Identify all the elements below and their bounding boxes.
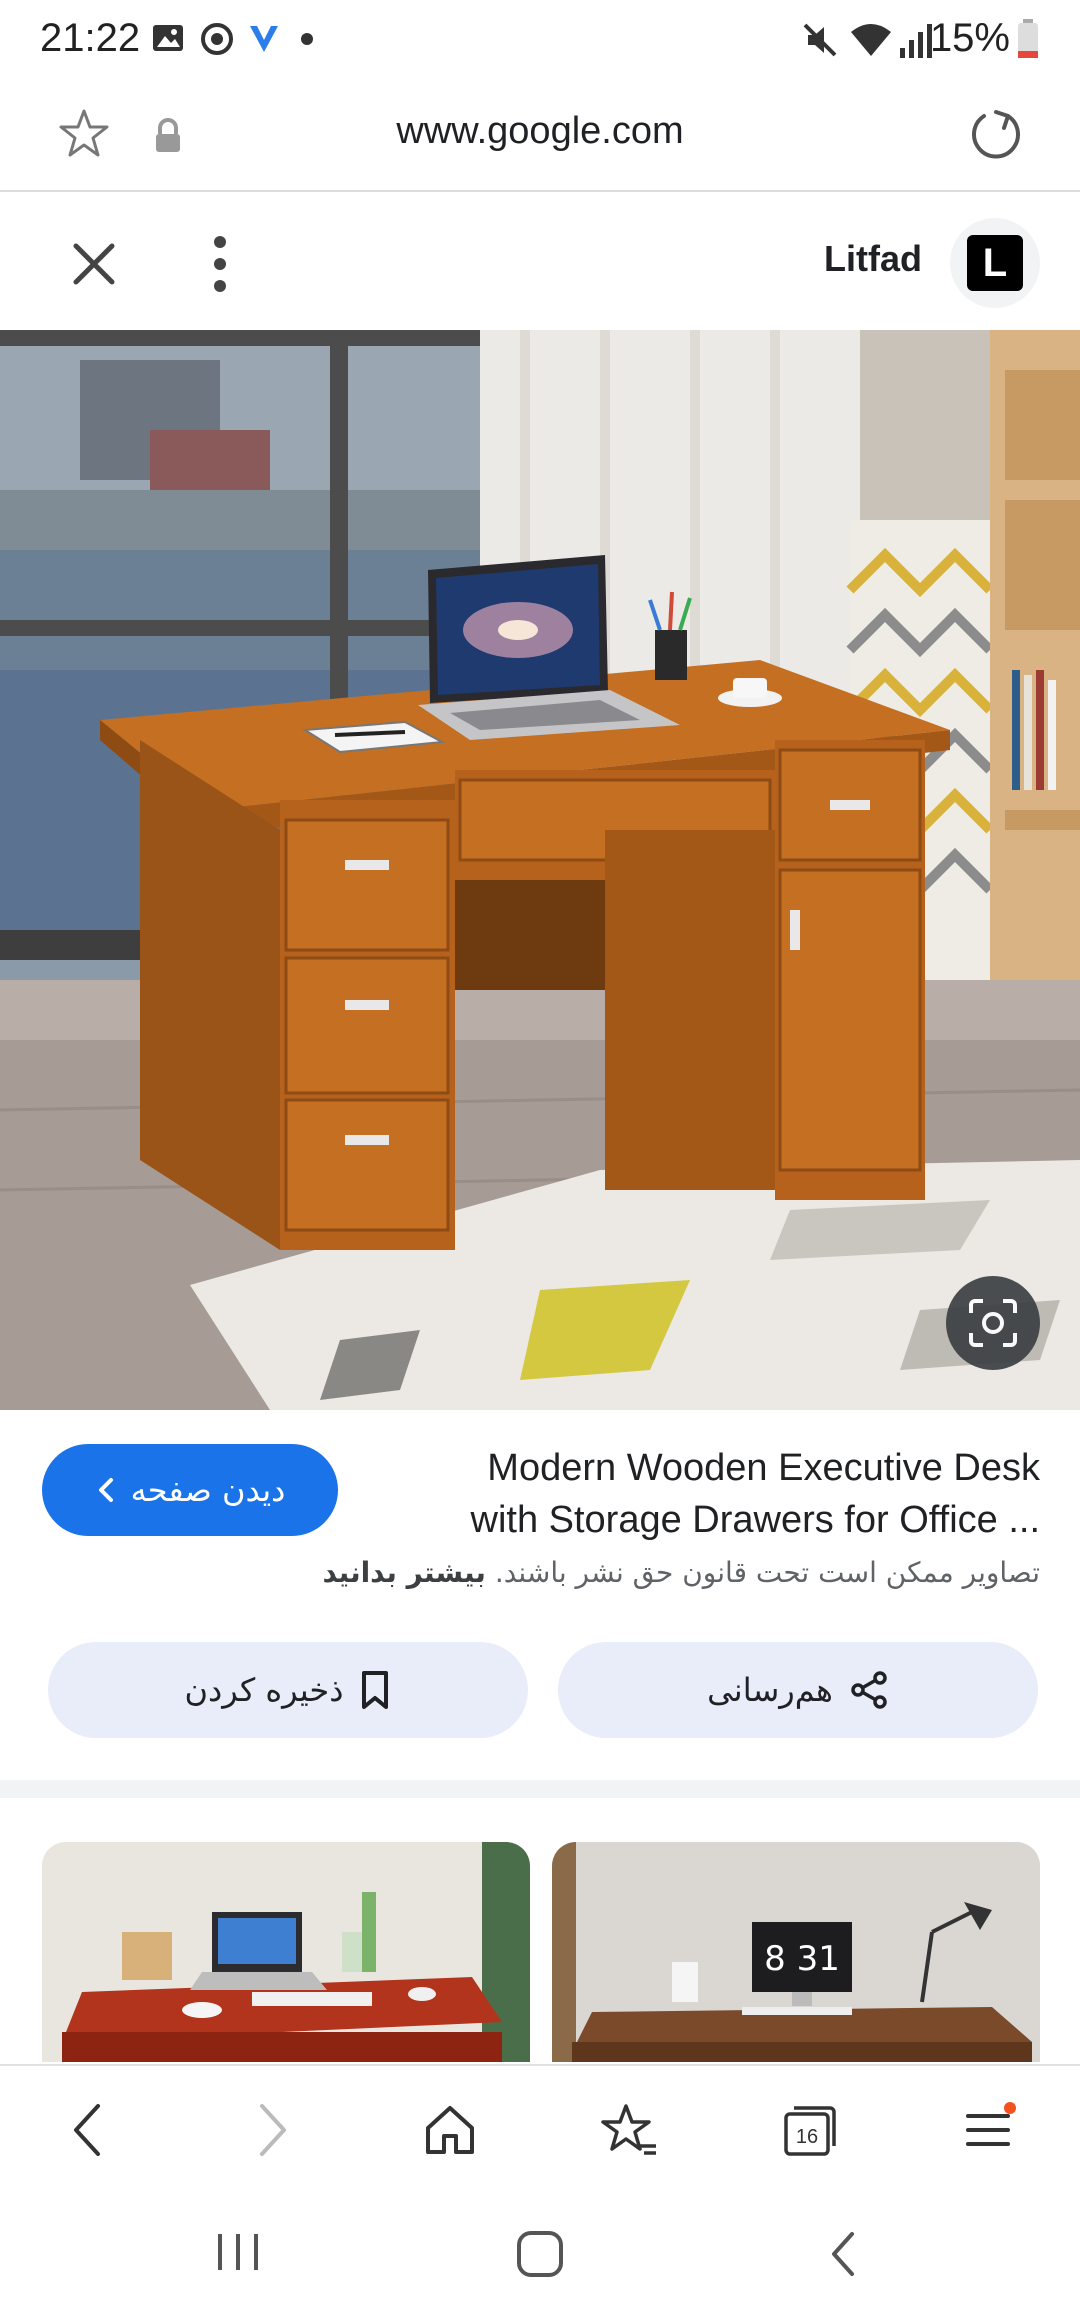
reload-icon[interactable] bbox=[966, 104, 1026, 164]
browser-bottom-bar: 16 bbox=[0, 2064, 1080, 2192]
bookmarks-button[interactable] bbox=[588, 2088, 672, 2172]
back-arrow-icon bbox=[74, 2104, 100, 2156]
gallery-icon bbox=[153, 25, 183, 51]
source-name[interactable]: Litfad bbox=[824, 238, 922, 280]
chevron-left-icon bbox=[98, 1478, 113, 1502]
copyright-text: تصاویر ممکن است تحت قانون حق نشر باشند. bbox=[494, 1556, 1040, 1589]
vpn-app-icon bbox=[250, 26, 278, 52]
save-label: ذخیره کردن bbox=[184, 1671, 344, 1709]
battery-percent: 15% bbox=[929, 16, 1010, 60]
share-icon bbox=[851, 1671, 887, 1709]
clock-display: 8 31 bbox=[764, 1939, 840, 1979]
copyright-note: تصاویر ممکن است تحت قانون حق نشر باشند. … bbox=[140, 1556, 1040, 1589]
status-time: 21:22 bbox=[40, 16, 141, 60]
url-text[interactable]: www.google.com bbox=[0, 110, 1080, 153]
section-divider bbox=[0, 1780, 1080, 1798]
url-bar: www.google.com bbox=[0, 80, 1080, 192]
home-button[interactable] bbox=[408, 2088, 492, 2172]
result-image[interactable] bbox=[0, 330, 1080, 1410]
learn-more-link[interactable]: بیشتر بدانید bbox=[322, 1556, 485, 1589]
mute-icon bbox=[803, 23, 837, 57]
home-system-icon[interactable] bbox=[512, 2226, 568, 2282]
tabs-icon: 16 bbox=[784, 2106, 836, 2156]
status-bar: 21:22 15% bbox=[0, 0, 1080, 80]
forward-arrow-icon bbox=[260, 2104, 286, 2156]
red-desk-photo bbox=[42, 1842, 530, 2062]
bookmark-icon bbox=[362, 1671, 389, 1709]
recent-apps-icon[interactable] bbox=[210, 2228, 266, 2276]
visit-page-button[interactable]: دیدن صفحه bbox=[42, 1444, 338, 1536]
result-title[interactable]: Modern Wooden Executive Desk with Storag… bbox=[390, 1442, 1041, 1546]
brown-desk-photo: 8 31 bbox=[552, 1842, 1040, 2062]
system-navigation-bar bbox=[0, 2192, 1080, 2316]
tabs-button[interactable]: 16 bbox=[768, 2088, 852, 2172]
result-title-line2: with Storage Drawers for Office ... bbox=[470, 1499, 1041, 1541]
notification-dot-icon bbox=[301, 33, 313, 45]
battery-icon bbox=[1018, 19, 1038, 58]
share-button[interactable]: هم‌رسانی bbox=[558, 1642, 1038, 1738]
lens-search-button[interactable] bbox=[946, 1276, 1040, 1370]
forward-button[interactable] bbox=[230, 2088, 314, 2172]
bookmarks-star-icon bbox=[601, 2104, 656, 2155]
more-options-icon[interactable] bbox=[200, 232, 240, 296]
sync-icon bbox=[201, 23, 233, 55]
save-button[interactable]: ذخیره کردن bbox=[48, 1642, 528, 1738]
close-icon[interactable] bbox=[68, 238, 120, 290]
result-title-line1: Modern Wooden Executive Desk bbox=[487, 1447, 1040, 1489]
menu-notification-dot bbox=[1004, 2102, 1016, 2114]
home-icon bbox=[426, 2106, 474, 2154]
lens-icon bbox=[969, 1299, 1017, 1347]
source-logo-letter: L bbox=[967, 235, 1023, 291]
menu-icon bbox=[966, 2102, 1016, 2146]
share-label: هم‌رسانی bbox=[707, 1671, 833, 1709]
source-logo[interactable]: L bbox=[950, 218, 1040, 308]
visit-page-label: دیدن صفحه bbox=[130, 1471, 286, 1509]
wifi-icon bbox=[851, 24, 891, 56]
tabs-count: 16 bbox=[796, 2126, 818, 2148]
related-image-thumbnail[interactable] bbox=[42, 1842, 530, 2062]
image-viewer-header: Litfad L bbox=[0, 194, 1080, 330]
related-image-thumbnail[interactable]: 8 31 bbox=[552, 1842, 1040, 2062]
desk-photo bbox=[0, 330, 1080, 1410]
back-button[interactable] bbox=[46, 2088, 130, 2172]
menu-button[interactable] bbox=[948, 2088, 1032, 2172]
signal-icon bbox=[900, 24, 932, 58]
back-system-icon[interactable] bbox=[820, 2226, 868, 2282]
